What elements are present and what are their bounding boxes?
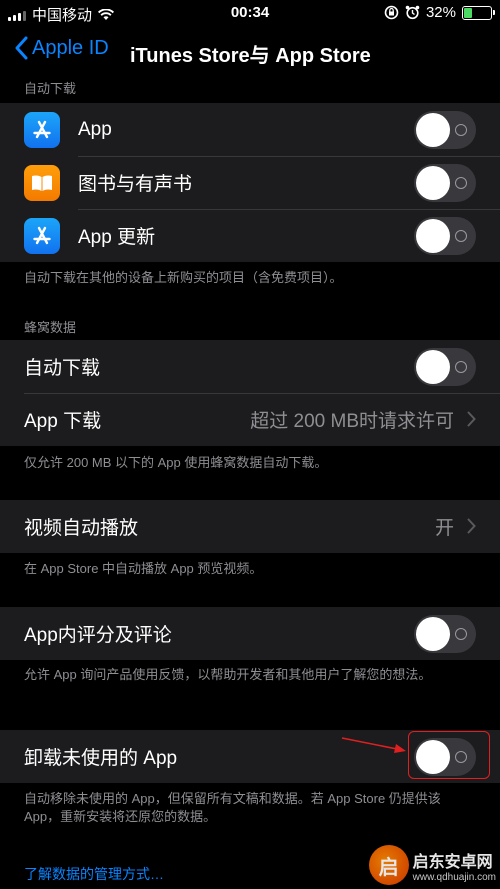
- auto-download-books-row: 图书与有声书: [0, 156, 500, 209]
- auto-downloads-group: App 图书与有声书 App 更新: [0, 103, 500, 262]
- chevron-right-icon: [467, 518, 476, 534]
- row-label: 图书与有声书: [78, 174, 193, 195]
- app-store-icon: [24, 217, 60, 254]
- row-label: App 下载: [24, 411, 102, 432]
- cellular-group: 自动下载 App 下载 超过 200 MB时请求许可: [0, 340, 500, 446]
- chevron-left-icon: [15, 36, 28, 60]
- row-label: 视频自动播放: [24, 518, 139, 539]
- auto-download-app-updates-toggle[interactable]: [414, 216, 476, 255]
- annotation-arrow-icon: [341, 737, 406, 753]
- chevron-right-icon: [467, 411, 476, 427]
- cellular-auto-download-row: 自动下载: [0, 340, 500, 393]
- app-downloads-row[interactable]: App 下载 超过 200 MB时请求许可: [0, 393, 500, 446]
- auto-download-app-updates-row: App 更新: [0, 209, 500, 262]
- watermark-url: www.qdhuajin.com: [412, 871, 496, 883]
- annotation-highlight-box: [408, 731, 490, 779]
- row-label: 卸载未使用的 App: [24, 748, 178, 769]
- navigation-bar: Apple ID iTunes Store与 App Store: [0, 26, 500, 78]
- ratings-group: App内评分及评论: [0, 607, 500, 660]
- battery-level: [464, 7, 473, 18]
- ratings-toggle[interactable]: [414, 614, 476, 653]
- section-header-cellular: 蜂窝数据: [24, 320, 77, 335]
- video-autoplay-group: 视频自动播放 开: [0, 500, 500, 553]
- alarm-icon: [405, 5, 420, 20]
- video-autoplay-value: 开: [434, 518, 454, 539]
- row-label: App 更新: [78, 227, 156, 248]
- app-downloads-value: 超过 200 MB时请求许可: [250, 411, 454, 432]
- auto-download-apps-toggle[interactable]: [414, 110, 476, 149]
- section-footer-video: 在 App Store 中自动播放 App 预览视频。: [24, 561, 263, 576]
- section-footer-ratings: 允许 App 询问产品使用反馈，以帮助开发者和其他用户了解您的想法。: [24, 667, 432, 682]
- video-autoplay-row[interactable]: 视频自动播放 开: [0, 500, 500, 553]
- section-footer-auto-downloads: 自动下载在其他的设备上新购买的项目（含免费项目）。: [24, 270, 343, 285]
- auto-download-apps-row: App: [0, 103, 500, 156]
- section-footer-cellular: 仅允许 200 MB 以下的 App 使用蜂窝数据自动下载。: [24, 455, 328, 470]
- ratings-row: App内评分及评论: [0, 607, 500, 660]
- app-store-icon: [24, 111, 60, 148]
- cellular-auto-download-toggle[interactable]: [414, 347, 476, 386]
- auto-download-books-toggle[interactable]: [414, 163, 476, 202]
- rotation-lock-icon: [384, 5, 399, 20]
- watermark-name: 启东安卓网: [412, 853, 493, 871]
- page-title: iTunes Store与 App Store: [130, 45, 371, 67]
- watermark-logo: 启: [368, 845, 409, 885]
- battery-percent: 32%: [425, 4, 456, 21]
- back-button-label: Apple ID: [32, 36, 109, 59]
- data-management-link[interactable]: 了解数据的管理方式…: [24, 864, 164, 884]
- watermark: 启 启东安卓网 www.qdhuajin.com: [368, 845, 496, 885]
- back-button[interactable]: Apple ID: [14, 36, 109, 60]
- books-icon: [24, 164, 60, 201]
- section-header-auto-downloads: 自动下载: [24, 81, 77, 96]
- battery-icon: [462, 5, 495, 20]
- row-label: App: [78, 118, 112, 140]
- section-footer-offload: 自动移除未使用的 App，但保留所有文稿和数据。若 App Store 仍提供该…: [24, 791, 441, 824]
- status-bar: 中国移动 00:34 32%: [0, 0, 500, 26]
- row-label: 自动下载: [24, 358, 101, 379]
- row-label: App内评分及评论: [24, 625, 172, 646]
